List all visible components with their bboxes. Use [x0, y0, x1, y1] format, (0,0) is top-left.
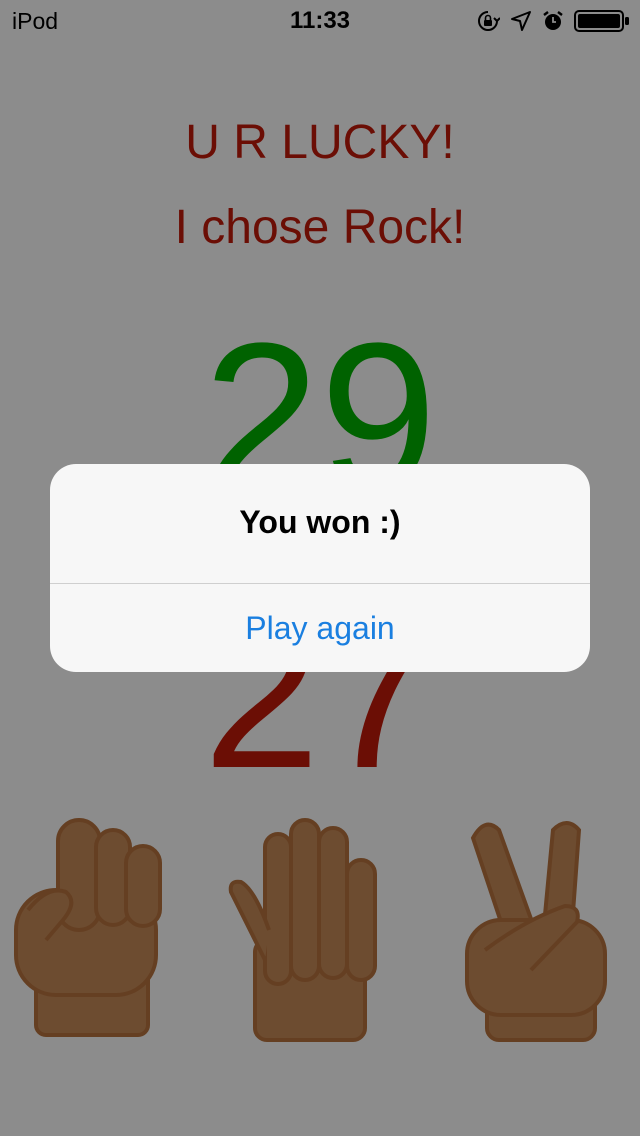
result-alert: You won :) Play again	[50, 464, 590, 672]
play-again-button[interactable]: Play again	[50, 584, 590, 672]
alert-title: You won :)	[239, 504, 401, 540]
status-bar-dim	[0, 0, 640, 40]
app-screen: iPod 11:33 U R LUCKY! I chose Rock! 29 2…	[0, 0, 640, 1136]
